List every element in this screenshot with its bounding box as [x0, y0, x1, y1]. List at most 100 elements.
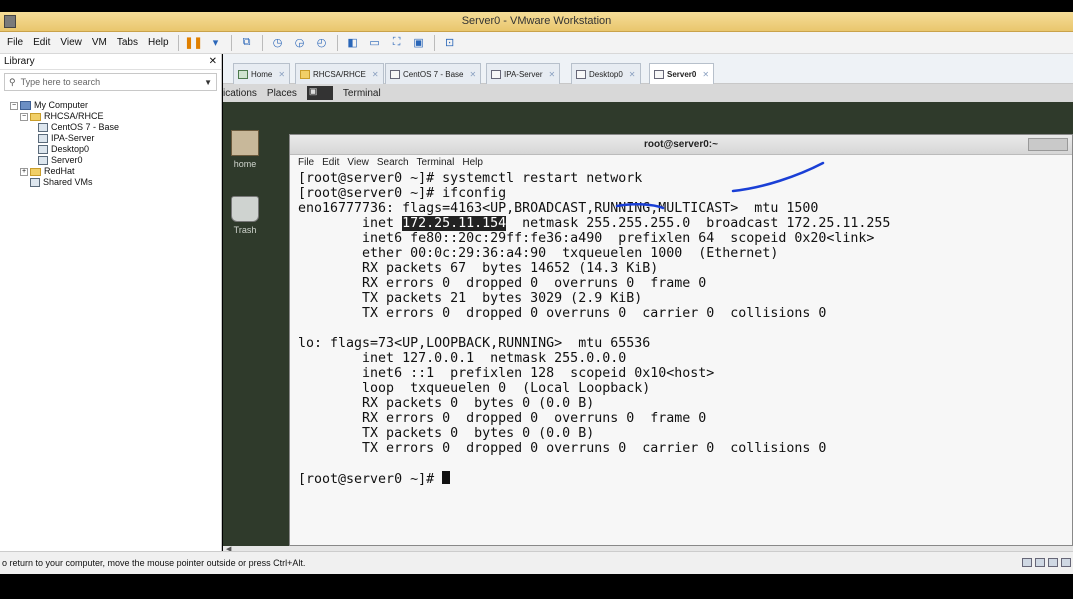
term-menu-edit[interactable]: Edit [322, 157, 339, 168]
tab-rhcsa-rhce[interactable]: RHCSA/RHCE ✕ [295, 63, 384, 84]
tree-item-shared-vms[interactable]: Shared VMs [4, 177, 217, 188]
terminal-taskbar-label[interactable]: Terminal [343, 88, 381, 99]
collapse-icon[interactable]: − [10, 101, 18, 110]
terminal-launcher-icon[interactable]: ▣ [306, 86, 333, 100]
tab-server0[interactable]: Server0 ✕ [649, 63, 715, 84]
toolbar-separator [177, 34, 179, 51]
tree-label: Shared VMs [43, 177, 93, 187]
full-screen-icon[interactable]: ⛶ [388, 35, 406, 51]
vm-tab-bar: Home ✕ RHCSA/RHCE ✕ CentOS 7 - Base ✕ IP… [223, 54, 1073, 84]
applications-menu[interactable]: ications [223, 88, 257, 99]
terminal-line: inet 172.25.11.154 netmask 255.255.255.0… [298, 216, 1072, 231]
show-library-icon[interactable]: ◧ [344, 35, 362, 51]
terminal-titlebar: root@server0:~ [290, 135, 1072, 155]
prompt: [root@server0 ~]# [298, 171, 443, 186]
folder-icon [300, 69, 310, 79]
usb-icon[interactable] [1035, 558, 1045, 567]
printer-icon[interactable] [1061, 558, 1071, 567]
menu-vm[interactable]: VM [87, 37, 112, 48]
tree-item-centos7-base[interactable]: CentOS 7 - Base [4, 122, 217, 133]
tree-label: Server0 [51, 155, 83, 165]
library-header: Library ✕ [0, 54, 221, 70]
terminal-title: root@server0:~ [644, 139, 718, 150]
desktop-icon-trash[interactable]: Trash [231, 196, 259, 235]
close-icon[interactable]: ✕ [278, 70, 285, 79]
menu-tabs[interactable]: Tabs [112, 37, 143, 48]
library-tree: − My Computer − RHCSA/RHCE CentOS 7 - Ba… [0, 94, 221, 194]
desktop-icon-home[interactable]: home [231, 130, 259, 169]
menu-help[interactable]: Help [143, 37, 174, 48]
terminal-line: inet 127.0.0.1 netmask 255.0.0.0 [298, 351, 627, 366]
toolbar-separator [433, 34, 435, 51]
tab-label: RHCSA/RHCE [313, 69, 366, 79]
terminal-line: inet6 fe80::20c:29ff:fe36:a490 prefixlen… [298, 231, 875, 246]
tree-item-redhat[interactable]: + RedHat [4, 166, 217, 177]
terminal-line: ether 00:0c:29:36:a4:90 txqueuelen 1000 … [298, 246, 779, 261]
close-icon[interactable]: ✕ [469, 70, 476, 79]
tab-ipa-server[interactable]: IPA-Server ✕ [486, 63, 561, 84]
vm-icon [38, 134, 48, 143]
chevron-down-icon[interactable]: ▾ [207, 35, 225, 51]
tree-item-server0[interactable]: Server0 [4, 155, 217, 166]
term-menu-search[interactable]: Search [377, 157, 409, 168]
tree-item-my-computer[interactable]: − My Computer [4, 100, 217, 111]
shared-vms-icon [30, 178, 40, 187]
terminal-line: RX errors 0 dropped 0 overruns 0 frame 0 [298, 276, 707, 291]
close-icon[interactable]: ✕ [549, 70, 556, 79]
chevron-down-icon[interactable]: ▼ [204, 78, 212, 87]
tab-label: CentOS 7 - Base [403, 69, 464, 79]
window-controls[interactable] [1028, 138, 1068, 151]
network-icon[interactable] [1022, 558, 1032, 567]
tree-item-ipa-server[interactable]: IPA-Server [4, 133, 217, 144]
terminal-line: TX errors 0 dropped 0 overruns 0 carrier… [298, 441, 827, 456]
library-panel: Library ✕ ⚲ Type here to search ▼ − My C… [0, 54, 222, 551]
terminal-line: TX packets 0 bytes 0 (0.0 B) [298, 426, 595, 441]
tree-item-rhcsa-rhce[interactable]: − RHCSA/RHCE [4, 111, 217, 122]
tree-item-desktop0[interactable]: Desktop0 [4, 144, 217, 155]
close-icon[interactable]: ✕ [372, 70, 379, 79]
send-ctrl-alt-del-icon[interactable]: ⧉ [238, 35, 256, 51]
terminal-window[interactable]: root@server0:~ File Edit View Search Ter… [289, 134, 1073, 546]
thumbnail-bar-icon[interactable]: ▭ [366, 35, 384, 51]
tab-home[interactable]: Home ✕ [233, 63, 291, 84]
menu-edit[interactable]: Edit [28, 37, 55, 48]
menu-view[interactable]: View [55, 37, 87, 48]
computer-icon [20, 101, 31, 110]
term-menu-view[interactable]: View [347, 157, 369, 168]
snapshot-icon[interactable]: ◷ [269, 35, 287, 51]
term-menu-help[interactable]: Help [462, 157, 483, 168]
revert-snapshot-icon[interactable]: ◶ [291, 35, 309, 51]
places-menu[interactable]: Places [267, 88, 297, 99]
close-icon[interactable]: ✕ [629, 70, 636, 79]
window-title: Server0 - VMware Workstation [461, 15, 612, 27]
vm-icon [390, 69, 400, 79]
selected-ip-address[interactable]: 172.25.11.154 [402, 216, 507, 231]
term-menu-terminal[interactable]: Terminal [417, 157, 455, 168]
pause-icon[interactable]: ❚❚ [184, 35, 202, 51]
term-menu-file[interactable]: File [298, 157, 314, 168]
vm-icon [38, 145, 48, 154]
tab-label: Home [251, 69, 273, 79]
expand-icon[interactable]: + [20, 167, 28, 176]
terminal-line: RX errors 0 dropped 0 overruns 0 frame 0 [298, 411, 707, 426]
collapse-icon[interactable]: − [20, 112, 28, 121]
menubar: File Edit View VM Tabs Help ❚❚ ▾ ⧉ ◷ ◶ ◴… [0, 32, 1073, 54]
tree-label: CentOS 7 - Base [51, 122, 120, 132]
terminal-output[interactable]: [root@server0 ~]# systemctl restart netw… [290, 169, 1072, 487]
terminal-menubar: File Edit View Search Terminal Help [290, 155, 1072, 169]
snapshot-manager-icon[interactable]: ◴ [313, 35, 331, 51]
library-search-input[interactable]: ⚲ Type here to search ▼ [4, 73, 217, 91]
sound-icon[interactable] [1048, 558, 1058, 567]
menu-file[interactable]: File [2, 37, 28, 48]
vm-icon [576, 69, 586, 79]
text-cursor [442, 471, 451, 484]
close-icon[interactable]: ✕ [209, 56, 217, 67]
guest-display[interactable]: ications Places ▣ Terminal home Trash ro… [223, 84, 1073, 546]
console-view-icon[interactable]: ⊡ [441, 35, 459, 51]
unity-icon[interactable]: ▣ [410, 35, 428, 51]
prompt: [root@server0 ~]# [298, 186, 443, 201]
close-icon[interactable]: ✕ [702, 70, 709, 79]
tab-centos7-base[interactable]: CentOS 7 - Base ✕ [385, 63, 482, 84]
terminal-line: eno16777736: flags=4163<UP,BROADCAST,RUN… [298, 201, 819, 216]
tab-desktop0[interactable]: Desktop0 ✕ [571, 63, 641, 84]
